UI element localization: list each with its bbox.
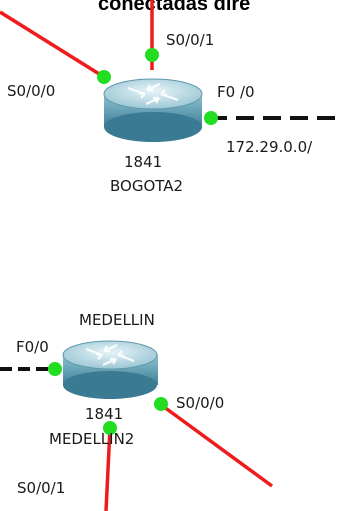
router-name-bogota2: BOGOTA2 <box>110 177 183 195</box>
port-f0-0-bogota[interactable] <box>204 111 218 125</box>
serial-link-s0-0-0-bogota[interactable] <box>0 10 105 79</box>
interface-label-s0-0-0-medellin: S0/0/0 <box>176 394 224 412</box>
network-topology-diagram: conectadas dire S0/0/1 S0/0/0 F0 /0 172.… <box>0 0 341 511</box>
router-name-medellin2: MEDELLIN2 <box>49 430 134 448</box>
interface-label-f0-0-bogota: F0 /0 <box>217 83 255 101</box>
port-s0-0-1-bogota[interactable] <box>145 48 159 62</box>
router-caption-medellin: MEDELLIN <box>79 311 155 329</box>
interface-label-s0-0-1-bogota: S0/0/1 <box>166 31 214 49</box>
network-address-label: 172.29.0.0/ <box>226 138 313 156</box>
diagram-title-fragment: conectadas dire <box>98 0 250 15</box>
interface-label-s0-0-1-medellin: S0/0/1 <box>17 479 65 497</box>
port-f0-0-medellin[interactable] <box>48 362 62 376</box>
router-model-bogota2: 1841 <box>124 153 162 171</box>
serial-link-s0-0-0-medellin[interactable] <box>158 402 274 488</box>
router-medellin2[interactable] <box>62 340 158 399</box>
router-bogota2[interactable] <box>103 78 203 142</box>
port-s0-0-0-medellin[interactable] <box>154 397 168 411</box>
interface-label-f0-0-medellin: F0/0 <box>16 338 49 356</box>
interface-label-s0-0-0-bogota: S0/0/0 <box>7 82 55 100</box>
port-s0-0-0-bogota[interactable] <box>97 70 111 84</box>
router-model-medellin2: 1841 <box>85 405 123 423</box>
